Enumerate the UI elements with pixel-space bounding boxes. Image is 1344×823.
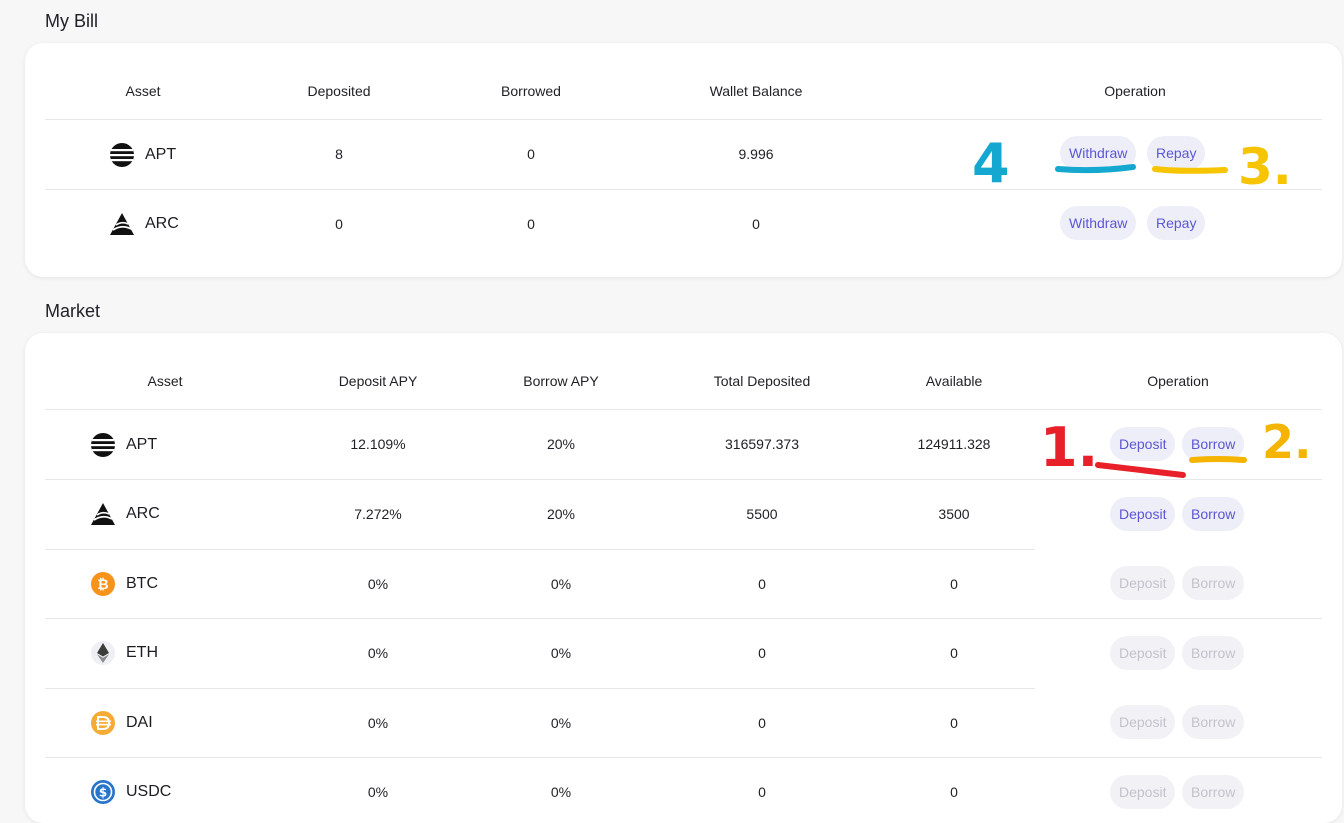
asset-cell-dai: DAI — [90, 710, 153, 736]
available-value: 0 — [950, 784, 958, 800]
asset-cell-usdc: $ USDC — [90, 779, 171, 805]
asset-name: BTC — [126, 575, 158, 592]
deposit-button[interactable]: Deposit — [1110, 497, 1176, 531]
header-borrow-apy: Borrow APY — [523, 373, 599, 389]
market-title: Market — [45, 301, 101, 321]
wallet-balance-value: 0 — [752, 216, 760, 232]
asset-cell-eth: ETH — [90, 640, 158, 666]
arc-icon — [109, 211, 135, 237]
borrowed-value: 0 — [527, 146, 535, 162]
ethereum-icon — [90, 640, 116, 666]
divider — [45, 757, 1322, 758]
deposit-apy-value: 0% — [367, 645, 389, 661]
dai-icon — [90, 710, 116, 736]
asset-cell-apt: APT — [90, 432, 157, 458]
my-bill-title: My Bill — [45, 11, 98, 31]
asset-name: DAI — [126, 714, 153, 731]
asset-name: ARC — [126, 505, 160, 522]
asset-name: USDC — [126, 783, 172, 800]
aptos-icon — [109, 142, 135, 168]
header-available: Available — [925, 373, 983, 389]
asset-cell-arc: ARC — [109, 211, 179, 237]
divider — [45, 189, 1322, 190]
asset-name: ETH — [126, 644, 158, 661]
borrow-apy-value: 0% — [550, 784, 572, 800]
market-card: Asset Deposit APY Borrow APY Total Depos… — [25, 333, 1342, 823]
wallet-balance-value: 9.996 — [738, 146, 774, 162]
svg-text:₿: ₿ — [97, 577, 108, 593]
borrow-button[interactable]: Borrow — [1182, 705, 1245, 739]
total-deposited-value: 0 — [758, 645, 766, 661]
svg-text:$: $ — [99, 786, 107, 800]
borrow-button[interactable]: Borrow — [1182, 427, 1245, 461]
withdraw-button[interactable]: Withdraw — [1060, 206, 1137, 240]
divider — [45, 549, 1035, 550]
deposit-button[interactable]: Deposit — [1110, 705, 1176, 739]
repay-button[interactable]: Repay — [1147, 136, 1206, 170]
deposited-value: 0 — [335, 216, 343, 232]
borrow-apy-value: 20% — [546, 506, 576, 522]
total-deposited-value: 0 — [758, 784, 766, 800]
deposit-apy-value: 12.109% — [350, 436, 406, 452]
available-value: 0 — [950, 645, 958, 661]
borrow-button[interactable]: Borrow — [1182, 636, 1245, 670]
header-operation: Operation — [1147, 373, 1209, 389]
arc-icon — [90, 501, 116, 527]
divider — [45, 409, 1322, 410]
available-value: 124911.328 — [917, 436, 991, 452]
total-deposited-value: 0 — [758, 576, 766, 592]
asset-cell-arc: ARC — [90, 501, 160, 527]
divider — [45, 618, 1322, 619]
total-deposited-value: 316597.373 — [725, 436, 799, 452]
header-borrowed: Borrowed — [501, 83, 561, 99]
borrow-apy-value: 20% — [546, 436, 576, 452]
borrowed-value: 0 — [527, 216, 535, 232]
deposit-button[interactable]: Deposit — [1110, 636, 1176, 670]
borrow-button[interactable]: Borrow — [1182, 497, 1245, 531]
borrow-apy-value: 0% — [550, 645, 572, 661]
deposit-apy-value: 7.272% — [354, 506, 402, 522]
borrow-apy-value: 0% — [550, 715, 572, 731]
deposit-button[interactable]: Deposit — [1110, 427, 1176, 461]
deposit-apy-value: 0% — [367, 784, 389, 800]
my-bill-card: Asset Deposited Borrowed Wallet Balance … — [25, 43, 1342, 277]
header-deposited: Deposited — [307, 83, 371, 99]
deposited-value: 8 — [335, 146, 343, 162]
deposit-apy-value: 0% — [367, 576, 389, 592]
available-value: 0 — [950, 715, 958, 731]
deposit-button[interactable]: Deposit — [1110, 775, 1176, 809]
bitcoin-icon: ₿ — [90, 571, 116, 597]
borrow-button[interactable]: Borrow — [1182, 775, 1245, 809]
total-deposited-value: 5500 — [746, 506, 778, 522]
asset-name: APT — [145, 146, 177, 163]
repay-button[interactable]: Repay — [1147, 206, 1206, 240]
deposit-button[interactable]: Deposit — [1110, 566, 1176, 600]
header-asset: Asset — [125, 83, 161, 99]
aptos-icon — [90, 432, 116, 458]
asset-cell-btc: ₿ BTC — [90, 571, 158, 597]
borrow-apy-value: 0% — [550, 576, 572, 592]
header-operation: Operation — [1104, 83, 1166, 99]
divider — [45, 688, 1035, 689]
asset-name: APT — [126, 436, 158, 453]
asset-name: ARC — [145, 215, 179, 232]
total-deposited-value: 0 — [758, 715, 766, 731]
asset-cell-apt: APT — [109, 142, 176, 168]
usdc-icon: $ — [90, 779, 116, 805]
available-value: 3500 — [938, 506, 970, 522]
header-asset: Asset — [147, 373, 183, 389]
withdraw-button[interactable]: Withdraw — [1060, 136, 1137, 170]
divider — [45, 479, 1322, 480]
available-value: 0 — [950, 576, 958, 592]
header-wallet-balance: Wallet Balance — [709, 83, 803, 99]
deposit-apy-value: 0% — [367, 715, 389, 731]
header-deposit-apy: Deposit APY — [338, 373, 418, 389]
divider — [45, 119, 1322, 120]
borrow-button[interactable]: Borrow — [1182, 566, 1245, 600]
header-total-deposited: Total Deposited — [713, 373, 811, 389]
